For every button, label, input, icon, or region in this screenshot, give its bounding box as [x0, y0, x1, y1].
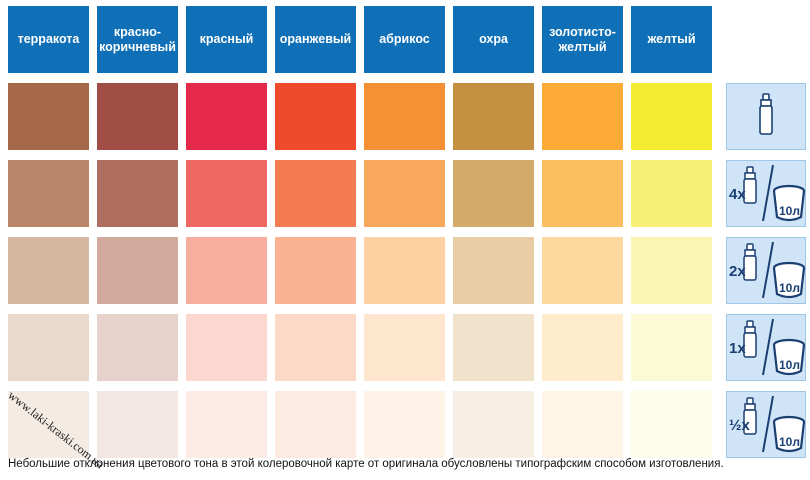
ratio-panel-2x: 2x 10л	[726, 237, 806, 304]
color-swatch	[631, 391, 712, 458]
header-label: красно- коричневый	[99, 24, 176, 54]
header-label: красный	[199, 32, 254, 46]
color-swatch	[364, 314, 445, 381]
color-swatch	[542, 237, 623, 304]
header-orange: оранжевый	[275, 6, 356, 73]
tint-bottle-icon	[759, 93, 773, 135]
footnote: Небольшие отклонения цветового тона в эт…	[8, 458, 724, 470]
color-swatch	[542, 391, 623, 458]
ratio-panel-4x: 4x 10л	[726, 160, 806, 227]
ratio-label: 2x	[729, 263, 746, 280]
color-swatch	[186, 391, 267, 458]
color-swatch	[631, 160, 712, 227]
color-swatch	[631, 83, 712, 150]
color-swatch	[275, 391, 356, 458]
color-swatch	[8, 83, 89, 150]
ratio-label: 1x	[729, 340, 746, 357]
header-label: оранжевый	[279, 32, 352, 46]
pail-volume-label: 10л	[779, 358, 800, 372]
color-swatch	[186, 314, 267, 381]
color-swatch	[364, 237, 445, 304]
header-label: желтый	[647, 32, 696, 46]
color-swatch	[364, 83, 445, 150]
color-swatch	[631, 314, 712, 381]
ratio-label: 4x	[729, 186, 746, 203]
color-swatch	[275, 237, 356, 304]
color-swatch	[186, 160, 267, 227]
color-swatch	[8, 314, 89, 381]
color-swatch	[97, 391, 178, 458]
header-ochre: охра	[453, 6, 534, 73]
color-swatch	[453, 314, 534, 381]
color-swatch	[8, 160, 89, 227]
color-swatch	[97, 160, 178, 227]
header-terracotta: терракота	[8, 6, 89, 73]
pail-volume-label: 10л	[779, 204, 800, 218]
header-apricot: абрикос	[364, 6, 445, 73]
pail-volume-label: 10л	[779, 281, 800, 295]
color-swatch	[8, 237, 89, 304]
pail-bottle-icon: 4x 10л	[729, 164, 806, 222]
color-swatch	[364, 160, 445, 227]
color-swatch	[542, 314, 623, 381]
color-swatch	[542, 83, 623, 150]
pail-volume-label: 10л	[779, 435, 800, 449]
pail-bottle-icon: 2x 10л	[729, 241, 806, 299]
header-red-brown: красно- коричневый	[97, 6, 178, 73]
color-swatch	[186, 83, 267, 150]
color-swatch	[631, 237, 712, 304]
pail-bottle-icon: ½x 10л	[729, 395, 806, 453]
color-swatch	[97, 237, 178, 304]
color-swatch	[364, 391, 445, 458]
header-label: охра	[479, 32, 508, 46]
header-golden-yellow: золотисто- желтый	[542, 6, 623, 73]
ratio-panel-1x: 1x 10л	[726, 314, 806, 381]
ratio-panel-half: ½x 10л	[726, 391, 806, 458]
color-swatch	[453, 237, 534, 304]
tint-bottle-panel	[726, 83, 806, 150]
color-swatch	[453, 160, 534, 227]
header-yellow: желтый	[631, 6, 712, 73]
header-label: терракота	[17, 32, 80, 46]
header-red: красный	[186, 6, 267, 73]
color-swatch	[453, 391, 534, 458]
header-label: золотисто- желтый	[549, 24, 616, 54]
ratio-label: ½x	[729, 417, 751, 434]
color-swatch	[275, 83, 356, 150]
header-label: абрикос	[379, 32, 430, 46]
color-swatch	[275, 314, 356, 381]
pail-bottle-icon: 1x 10л	[729, 318, 806, 376]
color-swatch	[453, 83, 534, 150]
color-swatch	[97, 83, 178, 150]
color-swatch	[542, 160, 623, 227]
color-swatch	[186, 237, 267, 304]
color-swatch	[97, 314, 178, 381]
color-swatch	[275, 160, 356, 227]
